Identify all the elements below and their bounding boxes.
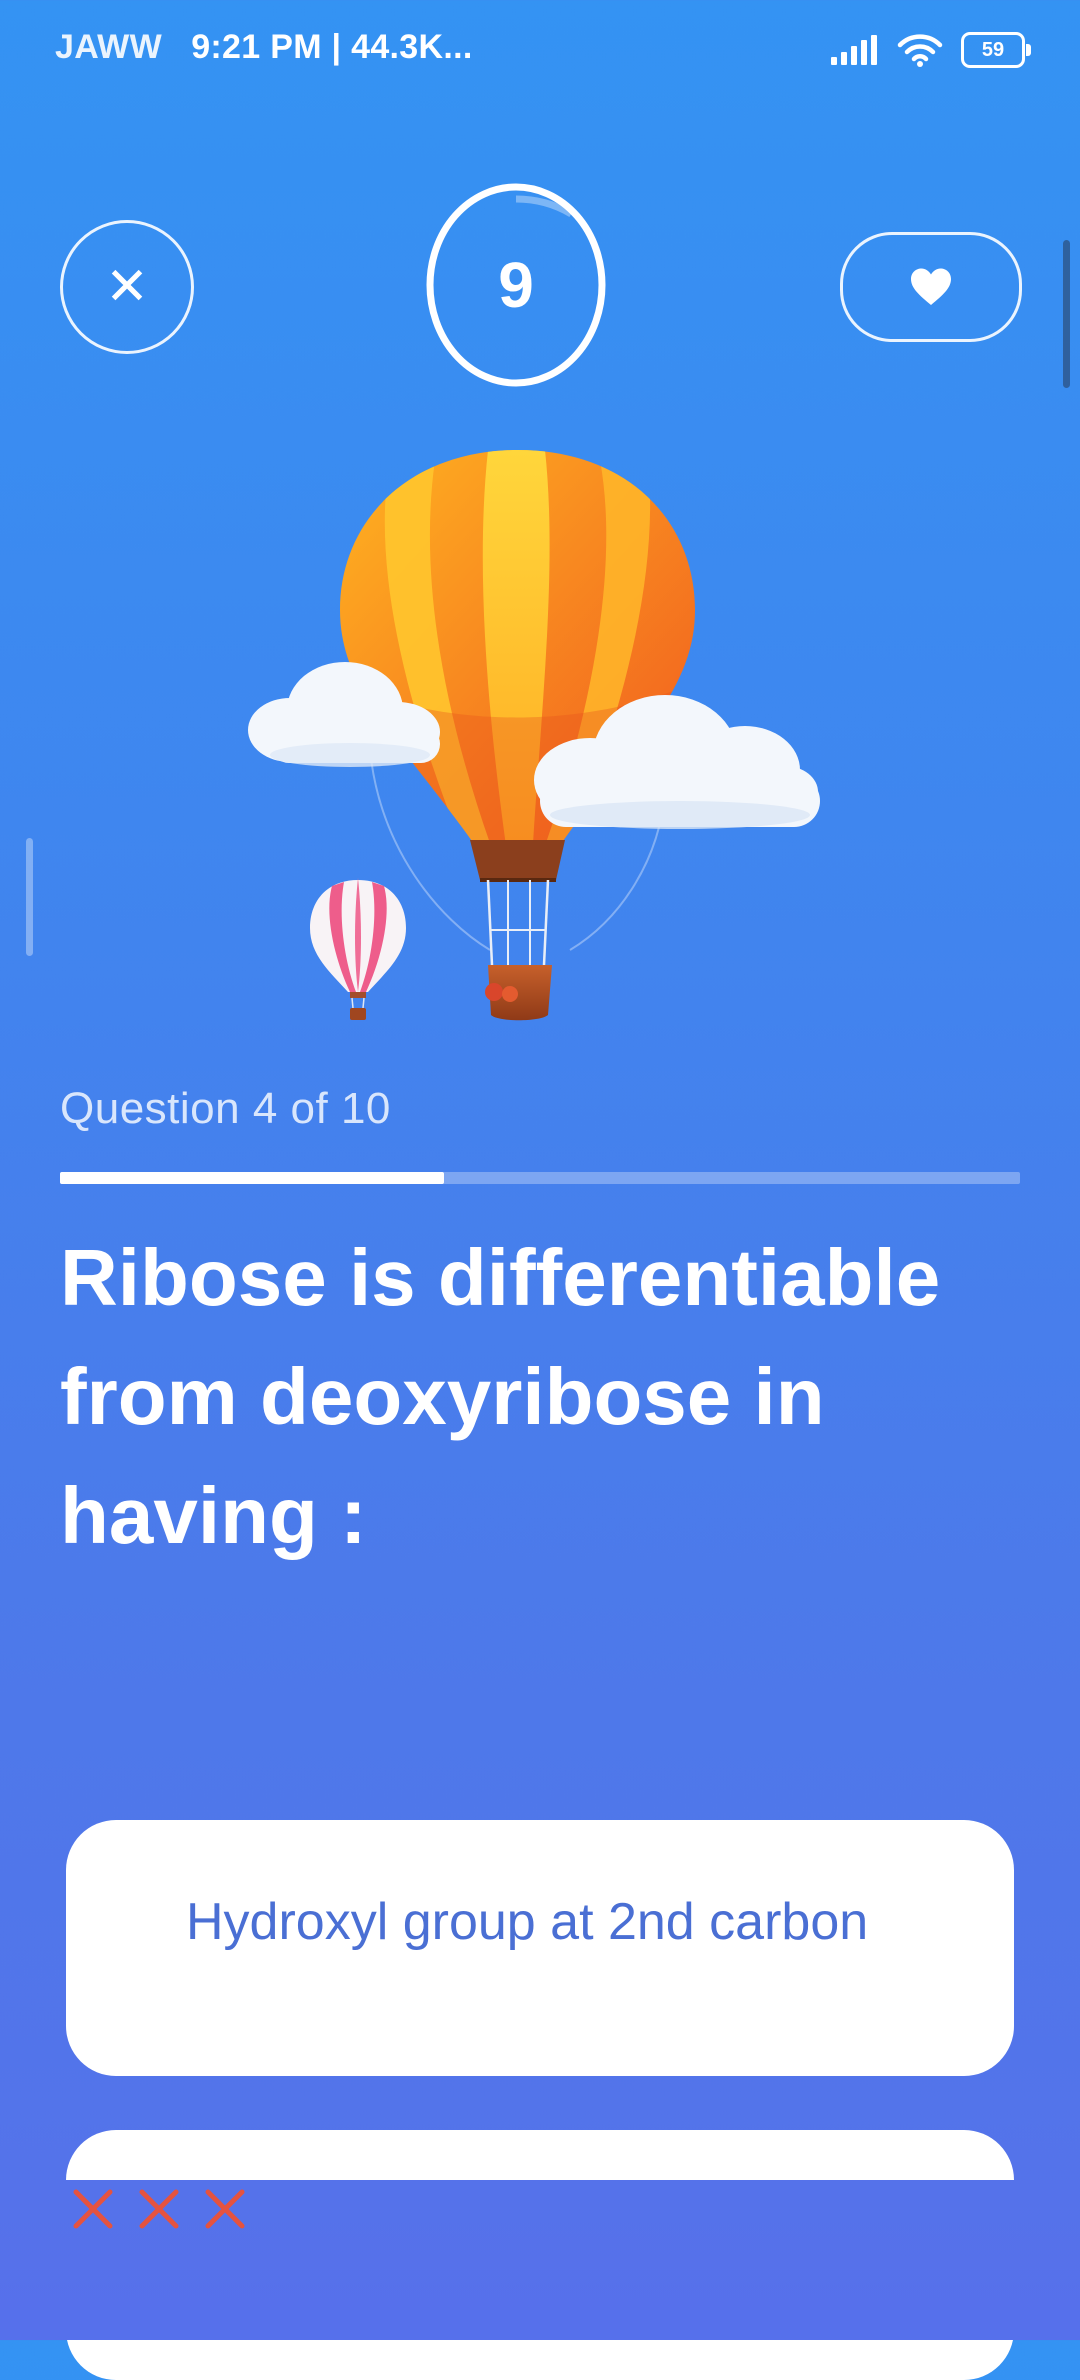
status-bar: JAWW 9:21 PM | 44.3K... 59 xyxy=(0,0,1080,96)
question-counter: Question 4 of 10 xyxy=(60,1084,391,1133)
strike-x-icon xyxy=(73,2189,113,2229)
status-left: JAWW 9:21 PM | 44.3K... xyxy=(55,28,473,67)
answer-option-1-label: Hydroxyl group at 2nd carbon xyxy=(186,1893,869,1951)
close-button[interactable]: ✕ xyxy=(60,220,194,354)
heart-icon xyxy=(911,268,951,305)
scrollbar-right[interactable] xyxy=(1063,240,1070,388)
close-icon: ✕ xyxy=(105,258,149,316)
signal-icon xyxy=(831,35,877,65)
timer-value: 9 xyxy=(498,249,534,321)
status-icons: 59 xyxy=(831,28,1031,72)
time-speed-label: 9:21 PM | 44.3K... xyxy=(191,28,473,66)
answer-option-1[interactable]: Hydroxyl group at 2nd carbon xyxy=(66,1820,1014,2076)
wifi-icon xyxy=(897,34,943,67)
carrier-label: JAWW xyxy=(55,28,162,66)
question-text: Ribose is differentiable from deoxyribos… xyxy=(60,1233,941,1560)
hot-air-balloons-illustration xyxy=(248,450,820,1021)
question-progress-fill xyxy=(60,1172,444,1184)
strikes-indicator xyxy=(70,2186,248,2232)
strike-x-icon xyxy=(205,2189,245,2229)
question-progress-track xyxy=(60,1172,1020,1184)
battery-level: 59 xyxy=(981,38,1005,61)
strike-x-icon xyxy=(139,2189,179,2229)
battery-icon: 59 xyxy=(961,32,1031,68)
lives-button[interactable] xyxy=(840,232,1022,342)
scrollbar-left xyxy=(26,838,33,956)
